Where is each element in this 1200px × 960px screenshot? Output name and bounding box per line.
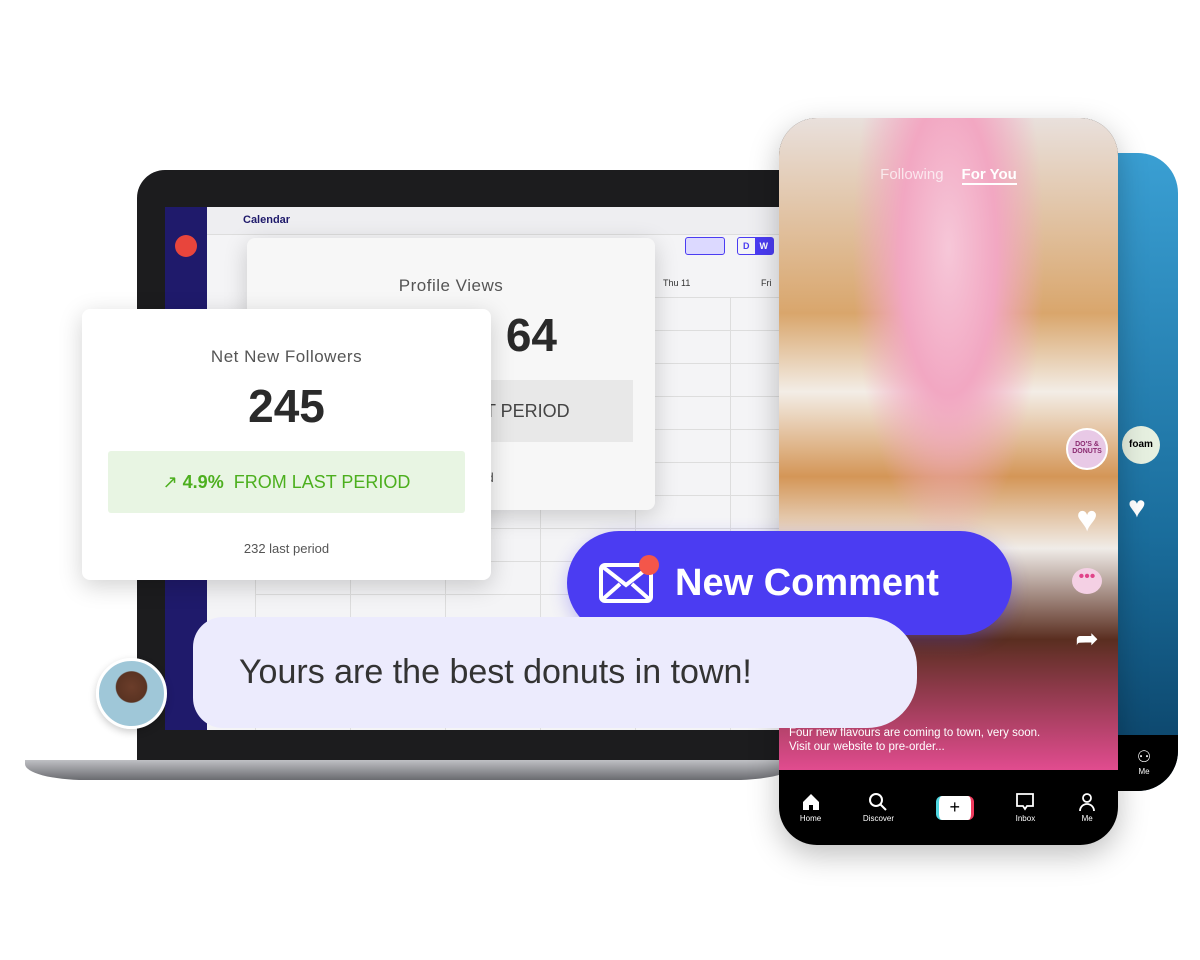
view-day-button[interactable]: D <box>738 238 755 254</box>
change-badge: T PERIOD <box>473 380 633 442</box>
nav-label: Me <box>1081 814 1093 823</box>
nav-label: Inbox <box>1015 814 1036 823</box>
nav-home[interactable]: Home <box>800 792 821 823</box>
share-icon[interactable]: ➦ <box>1075 622 1098 655</box>
nav-label: Me <box>1138 767 1150 776</box>
last-period: 232 last period <box>243 541 330 556</box>
change-percent: 4.9% <box>182 472 224 492</box>
day-header-thu: Thu 11 <box>663 278 691 288</box>
calendar-header: Calendar <box>207 207 805 235</box>
comment-icon[interactable]: ••• <box>1072 568 1102 594</box>
day-header-fri: Fri <box>761 278 772 288</box>
notification-dot <box>639 555 659 575</box>
tab-following[interactable]: Following <box>880 166 943 185</box>
search-icon <box>869 793 888 811</box>
nav-me[interactable]: Me <box>1077 792 1097 823</box>
heart-icon[interactable]: ♥ <box>1128 491 1146 525</box>
inbox-icon <box>1016 793 1035 811</box>
nav-discover[interactable]: Discover <box>863 792 894 823</box>
notification-label: New Comment <box>675 562 939 604</box>
home-icon <box>802 794 819 810</box>
view-week-button[interactable]: W <box>754 238 773 254</box>
back-profile-avatar[interactable]: foam <box>1122 426 1160 464</box>
card-value: 245 <box>248 380 325 432</box>
compose-button[interactable] <box>175 235 197 257</box>
card-title: Profile Views <box>398 276 504 295</box>
nav-inbox[interactable]: Inbox <box>1015 792 1035 823</box>
layout-toggle[interactable] <box>685 237 725 255</box>
card-title: Net New Followers <box>210 347 363 366</box>
nav-label: Home <box>799 814 822 823</box>
nav-label: Discover <box>862 814 895 823</box>
action-rail: DO'S & DONUTS ♥ ••• ➦ <box>1066 428 1108 655</box>
change-badge: ↗ 4.9% FROM LAST PERIOD <box>108 451 465 513</box>
create-button[interactable]: + <box>935 795 974 820</box>
tab-for-you[interactable]: For You <box>961 166 1017 185</box>
change-label: FROM LAST PERIOD <box>233 472 411 492</box>
plus-icon: + <box>949 796 960 817</box>
profile-avatar[interactable]: DO'S & DONUTS <box>1066 428 1108 470</box>
heart-icon[interactable]: ♥ <box>1076 498 1097 540</box>
phone: Following For You DO'S & DONUTS ♥ ••• ➦ … <box>779 118 1118 845</box>
person-icon: ⚇ <box>1136 749 1152 766</box>
person-icon <box>1079 793 1096 812</box>
arrow-up-right-icon: ↗ <box>162 472 178 492</box>
net-new-followers-card: Net New Followers 245 ↗ 4.9% FROM LAST P… <box>82 309 491 580</box>
comment-text: Yours are the best donuts in town! <box>239 653 752 691</box>
commenter-avatar <box>96 658 167 729</box>
laptop-base <box>25 760 795 780</box>
post-caption: Four new flavours are coming to town, ve… <box>789 727 1041 753</box>
comment-bubble: Yours are the best donuts in town! <box>193 617 917 728</box>
calendar-title: Calendar <box>243 214 291 226</box>
bottom-nav: Home Discover + Inbox Me <box>779 770 1118 845</box>
